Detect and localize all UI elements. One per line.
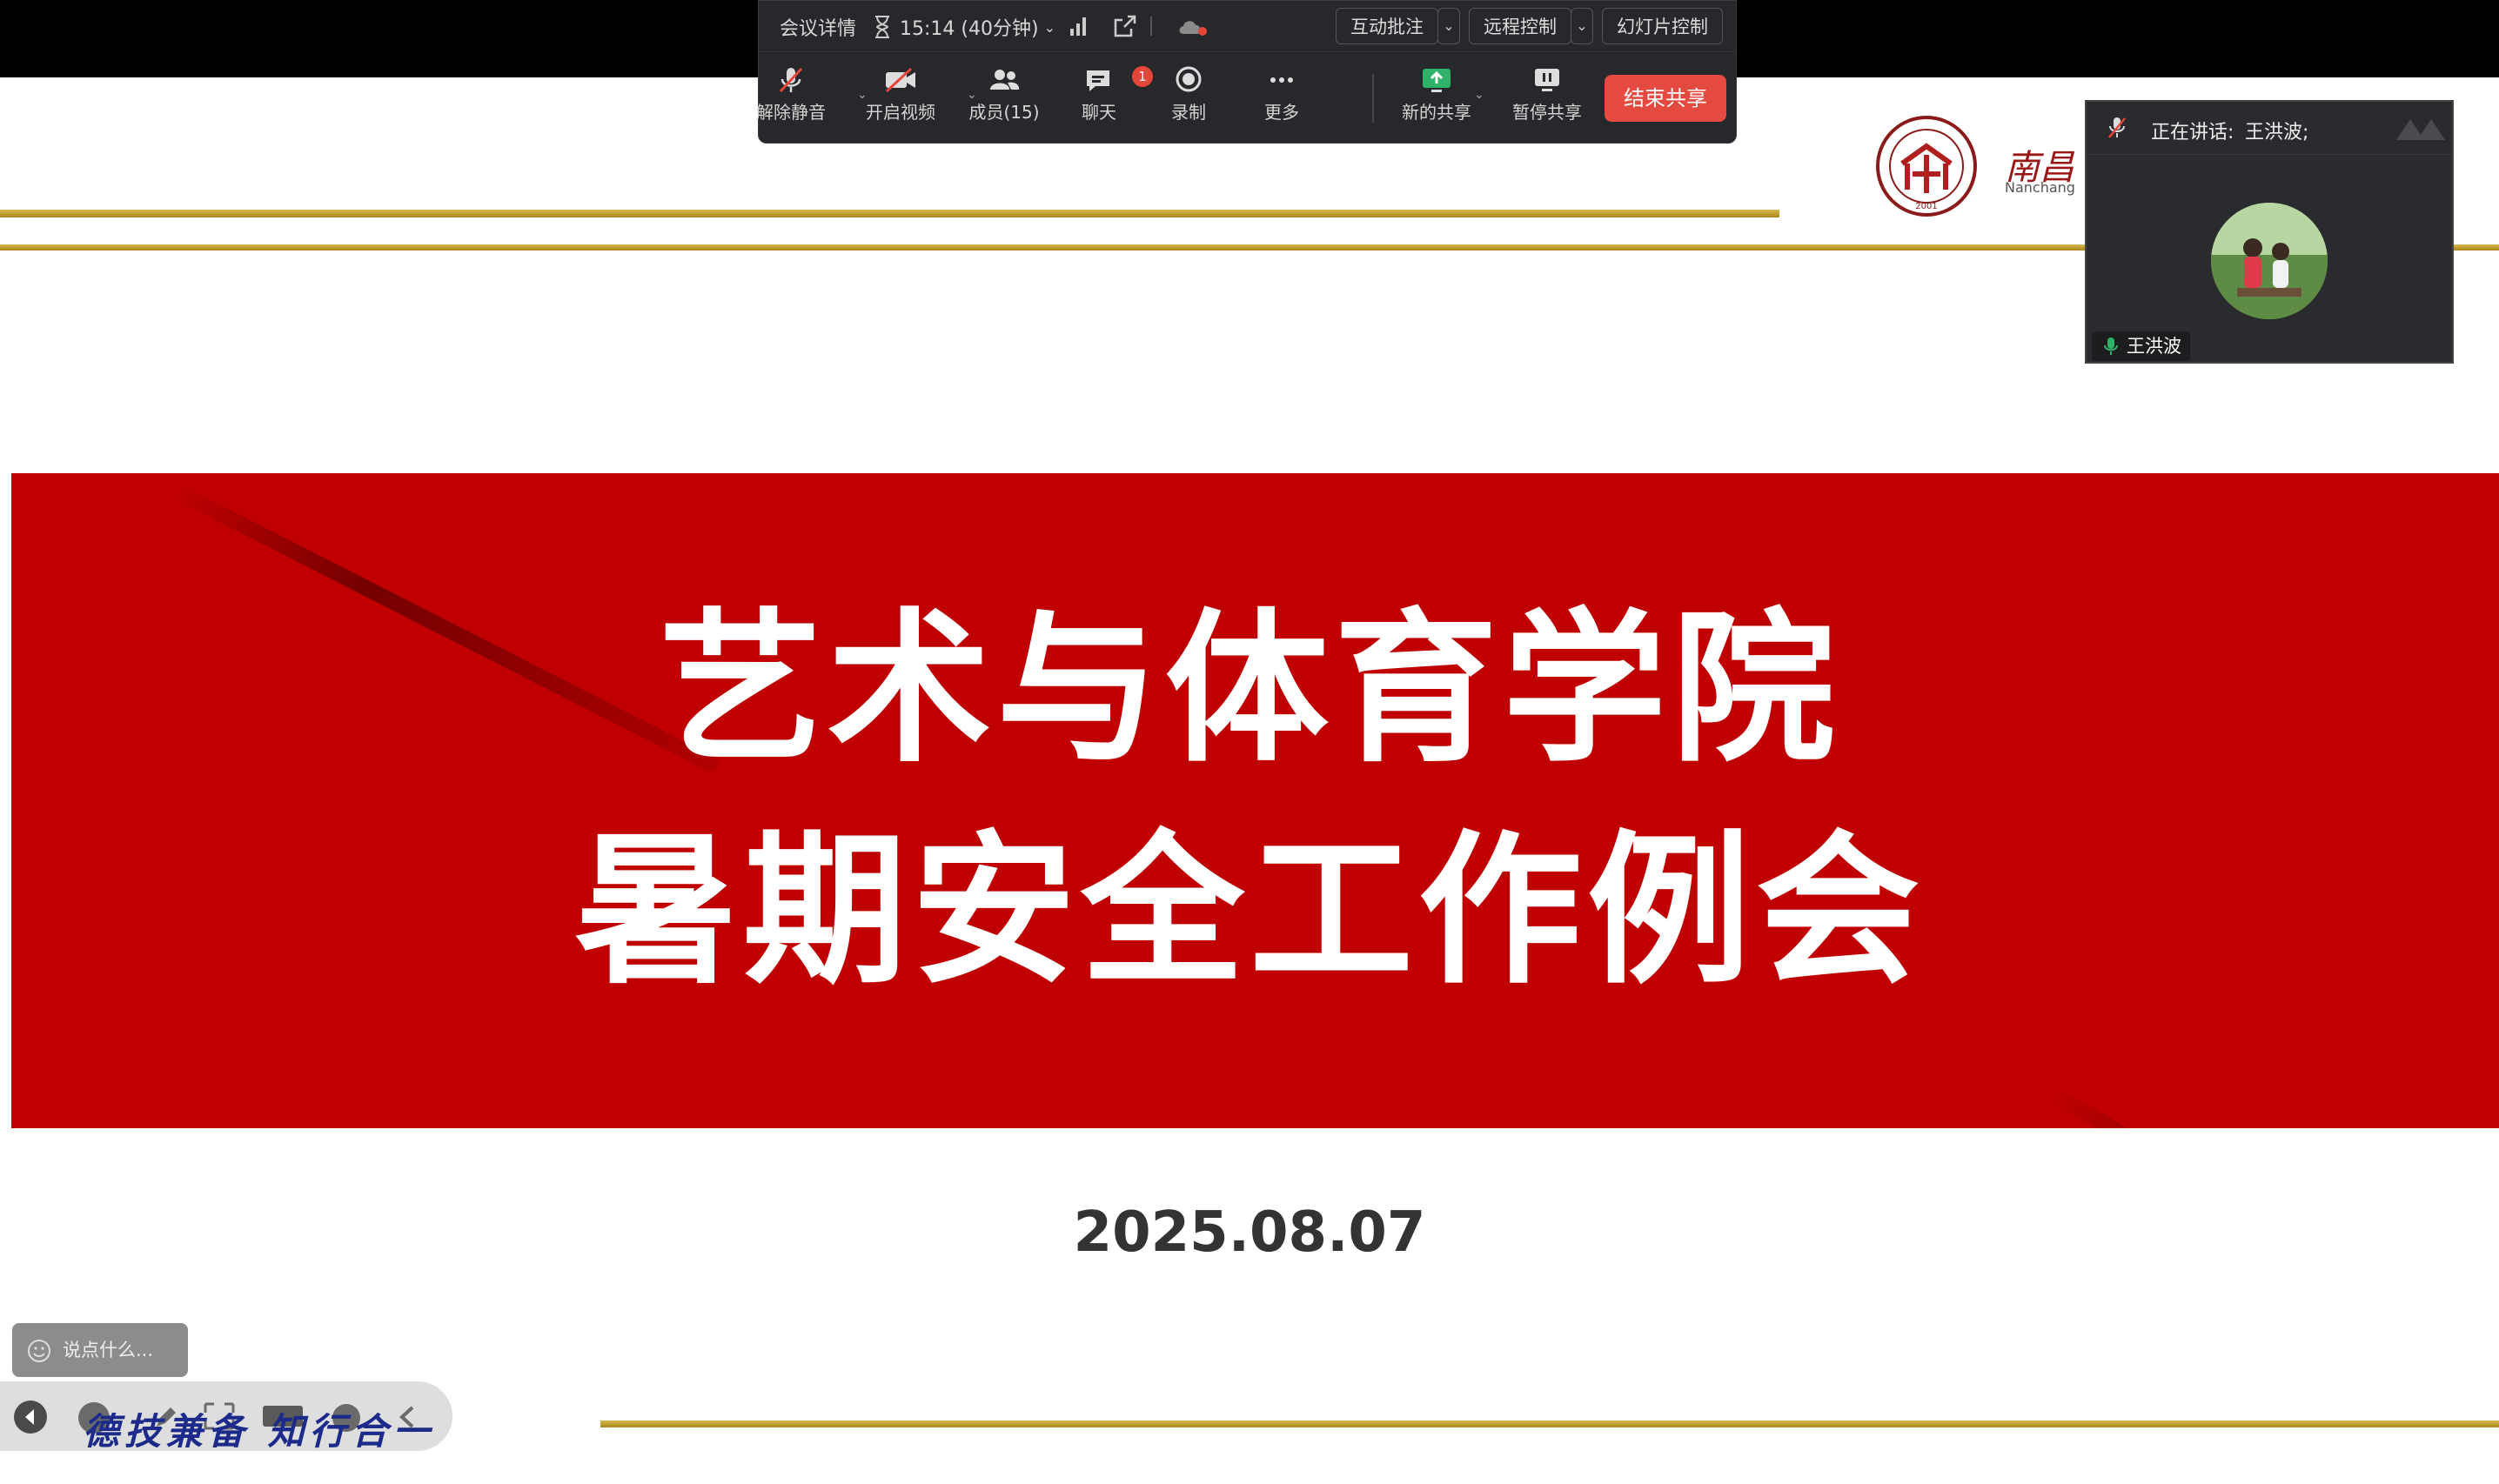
unmute-button[interactable]: 解除静音 <box>743 65 839 124</box>
pause-share-button[interactable]: 暂停共享 <box>1499 65 1595 124</box>
slide-title-line-2: 暑期安全工作例会 <box>574 816 1925 1006</box>
participant-name: 王洪波 <box>2127 336 2181 357</box>
toolbar-divider <box>1150 17 1152 36</box>
speaking-label: 正在讲话: <box>2151 122 2234 144</box>
gold-rule-top-1 <box>0 210 1779 217</box>
slide-date: 2025.08.07 <box>1073 1200 1426 1265</box>
new-share-label: 新的共享 <box>1402 102 1471 123</box>
logo-english-name: Nanchang <box>2005 179 2075 196</box>
start-video-button[interactable]: 开启视频 <box>853 65 948 124</box>
screen-share-icon <box>1423 69 1450 92</box>
more-dots-icon <box>1270 77 1293 83</box>
record-label: 录制 <box>1171 102 1206 123</box>
speaker-panel-header: 正在讲话: 王洪波; <box>2087 102 2452 155</box>
pause-share-icon <box>1535 69 1559 91</box>
speaker-panel[interactable]: 正在讲话: 王洪波; 王洪波 <box>2085 100 2454 364</box>
members-button[interactable]: 成员(15) <box>956 65 1052 124</box>
microphone-active-icon <box>2104 338 2118 355</box>
participant-name-tag: 王洪波 <box>2092 331 2190 361</box>
emoji-icon[interactable] <box>26 1338 52 1364</box>
annotate-options-caret[interactable]: ⌄ <box>1437 8 1460 44</box>
pause-share-label: 暂停共享 <box>1512 102 1582 123</box>
microphone-muted-icon <box>2108 117 2126 138</box>
video-off-icon <box>885 67 915 93</box>
avatar-photo-icon <box>2211 203 2328 319</box>
members-icon <box>990 70 1020 90</box>
svg-text:2001: 2001 <box>1915 202 1937 211</box>
interactive-annotate-button[interactable]: 互动批注 <box>1336 8 1438 44</box>
toolbar-row-divider <box>759 51 1736 52</box>
timer-text: 15:14 (40分钟) <box>900 18 1039 40</box>
chat-label: 聊天 <box>1082 102 1116 123</box>
share-options-caret[interactable]: ⌄ <box>1474 88 1484 102</box>
unmute-label: 解除静音 <box>756 102 826 123</box>
slide-control-button[interactable]: 幻灯片控制 <box>1602 8 1723 44</box>
participant-avatar <box>2211 203 2328 319</box>
gold-rule-bottom <box>600 1420 2499 1427</box>
remote-control-options-caret[interactable]: ⌄ <box>1571 8 1593 44</box>
slide-title-line-1: 艺术与体育学院 <box>659 594 1840 785</box>
cloud-record-icon[interactable] <box>1176 15 1211 37</box>
pop-out-icon[interactable] <box>1112 13 1138 39</box>
college-logo-icon: 2001 <box>1876 116 1977 217</box>
remote-control-button[interactable]: 远程控制 <box>1469 8 1571 44</box>
end-share-button[interactable]: 结束共享 <box>1605 75 1726 122</box>
toolbar-group-divider <box>1372 74 1374 123</box>
meeting-toolbar: 会议详情 15:14 (40分钟) ⌄ 互动批注 ⌄ 远程控制 ⌄ 幻灯片控制 … <box>756 0 1737 144</box>
microphone-muted-icon <box>779 67 803 93</box>
new-share-button[interactable]: 新的共享 <box>1389 65 1484 124</box>
chat-icon <box>1087 70 1109 91</box>
record-icon <box>1176 66 1202 92</box>
college-motto: 德技兼备 知行合一 <box>83 1410 435 1453</box>
banner-shadow-streak-right <box>2049 1087 2499 1128</box>
hourglass-icon <box>875 16 889 38</box>
speaking-name: 王洪波; <box>2245 122 2309 144</box>
start-video-label: 开启视频 <box>866 102 935 123</box>
meeting-details-button[interactable]: 会议详情 <box>780 8 856 46</box>
chat-input-placeholder: 说点什么... <box>63 1340 154 1360</box>
record-button[interactable]: 录制 <box>1141 65 1236 124</box>
chevron-down-icon: ⌄ <box>1043 18 1055 36</box>
more-label: 更多 <box>1264 102 1299 123</box>
layout-toggle-icon[interactable] <box>2393 114 2450 144</box>
meeting-timer[interactable]: 15:14 (40分钟) ⌄ <box>872 8 1055 46</box>
members-label: 成员(15) <box>968 102 1040 123</box>
chat-input[interactable]: 说点什么... <box>12 1323 188 1377</box>
more-button[interactable]: 更多 <box>1234 65 1330 124</box>
signal-strength-icon[interactable] <box>1067 15 1091 37</box>
previous-slide-icon[interactable] <box>12 1399 49 1435</box>
